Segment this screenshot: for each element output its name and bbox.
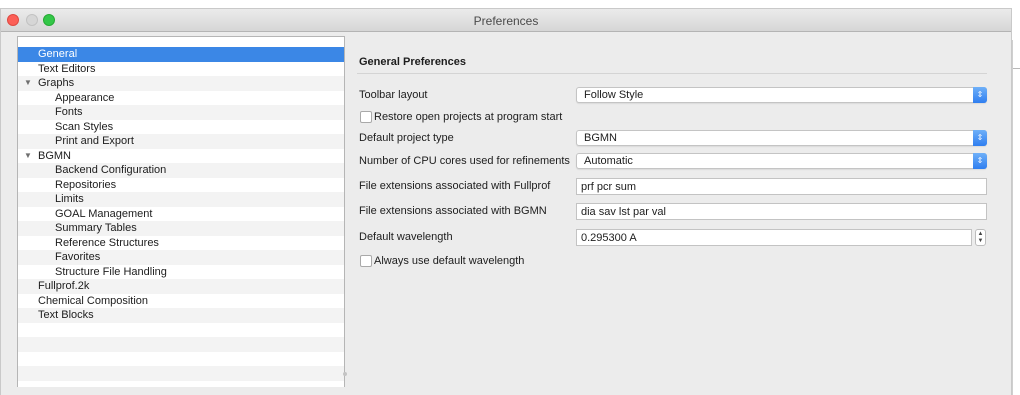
- sidebar-item-summary-tables[interactable]: Summary Tables: [18, 221, 344, 236]
- sidebar-item-label: Chemical Composition: [38, 294, 149, 307]
- window-title: Preferences: [473, 14, 539, 28]
- field-value: 0.295300 A: [581, 232, 637, 244]
- sidebar-item-reference-structures[interactable]: Reference Structures: [18, 236, 344, 251]
- sidebar-item-label: Repositories: [55, 178, 117, 191]
- toolbar-layout-select[interactable]: Follow Style ⇕: [576, 87, 987, 103]
- restore-projects-label[interactable]: Restore open projects at program start: [374, 111, 562, 123]
- up-down-arrows-icon: ⇕: [973, 87, 987, 103]
- divider: [357, 73, 987, 74]
- default-project-type-select[interactable]: BGMN ⇕: [576, 130, 987, 146]
- cpu-cores-select[interactable]: Automatic ⇕: [576, 153, 987, 169]
- sidebar-item-fullprof-2k[interactable]: Fullprof.2k: [18, 279, 344, 294]
- sidebar-item-label: Favorites: [55, 251, 101, 263]
- sidebar-item-text-blocks[interactable]: Text Blocks: [18, 308, 344, 323]
- splitter-handle[interactable]: [343, 372, 347, 376]
- sidebar-item-limits[interactable]: Limits: [18, 192, 344, 207]
- sidebar-item-label: Structure File Handling: [55, 265, 167, 278]
- empty-row: [18, 337, 344, 352]
- sidebar-item-general[interactable]: General: [18, 47, 344, 62]
- sidebar-item-label: Text Blocks: [38, 309, 94, 321]
- disclosure-triangle-icon[interactable]: ▼: [24, 149, 32, 164]
- restore-projects-checkbox[interactable]: [360, 111, 372, 123]
- default-wavelength-label: Default wavelength: [359, 231, 453, 243]
- sidebar-item-structure-file-handling[interactable]: Structure File Handling: [18, 265, 344, 280]
- sidebar-item-fonts[interactable]: Fonts: [18, 105, 344, 120]
- default-project-type-label: Default project type: [359, 132, 454, 144]
- stepper-down-icon[interactable]: ▼: [976, 238, 985, 245]
- sidebar-item-label: Appearance: [55, 91, 115, 104]
- wavelength-stepper[interactable]: ▲ ▼: [975, 229, 986, 246]
- page-title: General Preferences: [359, 56, 467, 68]
- sidebar-item-graphs[interactable]: ▼ Graphs: [18, 76, 344, 91]
- preferences-category-tree[interactable]: General Text Editors ▼ Graphs Appearance…: [17, 36, 345, 387]
- sidebar-item-label: Reference Structures: [55, 236, 159, 249]
- sidebar-item-label: Text Editors: [38, 62, 96, 75]
- sidebar-item-label: Backend Configuration: [55, 164, 167, 176]
- sidebar-item-label: Fonts: [55, 106, 83, 118]
- default-wavelength-field[interactable]: 0.295300 A: [576, 229, 972, 246]
- bgmn-extensions-field[interactable]: dia sav lst par val: [576, 203, 987, 220]
- sidebar-item-label: Graphs: [38, 77, 75, 89]
- sidebar-item-repositories[interactable]: Repositories: [18, 178, 344, 193]
- sidebar-item-label: Scan Styles: [55, 120, 114, 133]
- sidebar-item-label: Fullprof.2k: [38, 280, 90, 292]
- select-value: Follow Style: [584, 89, 644, 101]
- cpu-cores-label: Number of CPU cores used for refinements: [359, 155, 570, 167]
- sidebar-item-text-editors[interactable]: Text Editors: [18, 62, 344, 77]
- field-value: prf pcr sum: [581, 181, 637, 193]
- fullprof-extensions-label: File extensions associated with Fullprof: [359, 180, 551, 192]
- sidebar-item-bgmn[interactable]: ▼ BGMN: [18, 149, 344, 164]
- sidebar-item-goal-management[interactable]: GOAL Management: [18, 207, 344, 222]
- field-value: dia sav lst par val: [581, 206, 666, 218]
- select-value: Automatic: [584, 155, 633, 167]
- sidebar-item-label: Print and Export: [55, 135, 134, 147]
- title-bar[interactable]: Preferences: [1, 9, 1011, 32]
- disclosure-triangle-icon[interactable]: ▼: [24, 76, 32, 91]
- up-down-arrows-icon: ⇕: [973, 153, 987, 169]
- always-default-wavelength-checkbox[interactable]: [360, 255, 372, 267]
- up-down-arrows-icon: ⇕: [973, 130, 987, 146]
- sidebar-item-print-and-export[interactable]: Print and Export: [18, 134, 344, 149]
- stepper-up-icon[interactable]: ▲: [976, 231, 985, 238]
- bgmn-extensions-label: File extensions associated with BGMN: [359, 205, 547, 217]
- empty-row: [18, 366, 344, 381]
- toolbar-layout-label: Toolbar layout: [359, 89, 428, 101]
- sidebar-item-backend-configuration[interactable]: Backend Configuration: [18, 163, 344, 178]
- sidebar-item-favorites[interactable]: Favorites: [18, 250, 344, 265]
- empty-row: [18, 381, 344, 388]
- sidebar-item-chemical-composition[interactable]: Chemical Composition: [18, 294, 344, 309]
- background-window-edge: [1012, 40, 1020, 395]
- empty-row: [18, 352, 344, 367]
- always-default-wavelength-label[interactable]: Always use default wavelength: [374, 255, 524, 267]
- sidebar-item-label: GOAL Management: [55, 207, 153, 220]
- sidebar-item-scan-styles[interactable]: Scan Styles: [18, 120, 344, 135]
- select-value: BGMN: [584, 132, 617, 144]
- sidebar-item-label: BGMN: [38, 149, 71, 162]
- divider: [1013, 68, 1020, 69]
- sidebar-item-label: Limits: [55, 193, 84, 205]
- sidebar-item-label: General: [38, 48, 78, 60]
- empty-row: [18, 323, 344, 338]
- fullprof-extensions-field[interactable]: prf pcr sum: [576, 178, 987, 195]
- sidebar-item-appearance[interactable]: Appearance: [18, 91, 344, 106]
- sidebar-item-label: Summary Tables: [55, 222, 137, 234]
